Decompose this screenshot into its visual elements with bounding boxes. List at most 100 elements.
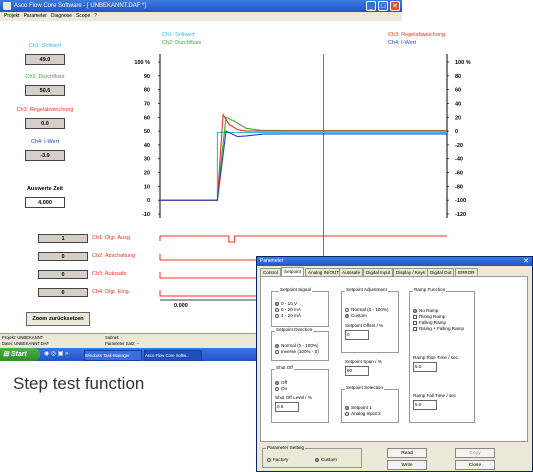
taskbar-item-taskmanager[interactable]: Windows Task-Manager bbox=[84, 350, 142, 361]
label-analog-input2: Analog Input 2 bbox=[351, 411, 381, 416]
y-tick-left: 80 bbox=[144, 88, 150, 94]
offset-input[interactable]: 0 bbox=[345, 330, 369, 340]
radio-4-20ma[interactable] bbox=[275, 314, 279, 318]
read-button[interactable]: Read bbox=[387, 448, 427, 458]
y-tick-right: 40 bbox=[455, 101, 461, 107]
copy-button[interactable]: Copy bbox=[455, 448, 495, 458]
y-tick-left: 0 bbox=[147, 198, 150, 204]
setpoint-adjustment-group bbox=[341, 291, 399, 353]
radio-0-20ma[interactable] bbox=[275, 308, 279, 312]
tab-page: Setpoint Signal 0 - 10 V 0 - 20 mA 4 - 2… bbox=[260, 276, 528, 442]
ramp-rise-input[interactable]: 5.0 bbox=[413, 362, 437, 372]
tab-error[interactable]: ERROR bbox=[455, 268, 478, 276]
series-line-3 bbox=[160, 112, 447, 201]
radio-analog-input2[interactable] bbox=[345, 412, 349, 416]
label-no-ramp: No Ramp bbox=[419, 308, 439, 313]
zoom-reset-button[interactable]: Zoom zurücksetzen bbox=[26, 312, 90, 326]
label-0-20ma: 0 - 20 mA bbox=[281, 307, 301, 312]
tab-control[interactable]: Control bbox=[260, 268, 281, 276]
status-datei: Datei: UNBEKANNT.DAF bbox=[2, 341, 50, 346]
setpoint-signal-title: Setpoint Signal bbox=[279, 287, 312, 292]
parameter-dialog: Parameter ✕ Control Setpoint Analog IN/O… bbox=[256, 256, 533, 472]
ramp-fall-input[interactable]: 5.0 bbox=[413, 400, 437, 410]
digi2-value: 0 bbox=[38, 252, 88, 261]
label-custom-setting: Custom bbox=[321, 457, 337, 462]
y-tick-right: 80 bbox=[455, 74, 461, 80]
status-subnet: Subnet: - bbox=[105, 335, 122, 340]
close-dialog-button[interactable]: Close bbox=[455, 460, 495, 470]
tab-digital-input[interactable]: Digital Input bbox=[363, 268, 394, 276]
check-rising-ramp[interactable] bbox=[413, 315, 417, 319]
label-shutoff-off: Off bbox=[281, 380, 288, 385]
windows-flag-icon: ⊞ bbox=[3, 351, 9, 358]
y-tick-right: 20 bbox=[455, 115, 461, 121]
status-parameter-satz: Parameter Satz: -- bbox=[105, 341, 140, 346]
y-tick-left: 70 bbox=[144, 101, 150, 107]
tab-setpoint[interactable]: Setpoint bbox=[281, 267, 304, 276]
check-falling-ramp[interactable] bbox=[413, 321, 417, 325]
label-inverse-direction: Inverse (100% - 0) bbox=[281, 349, 319, 354]
x-end-label: 0.000 bbox=[174, 303, 188, 309]
y-tick-right: -20 bbox=[455, 143, 463, 149]
series-line-1 bbox=[160, 131, 447, 201]
digi4-value: 0 bbox=[38, 288, 88, 297]
ramp-fall-label: Ramp Fall Time / sec bbox=[413, 393, 457, 398]
label-adjust-custom: Custom bbox=[351, 313, 367, 318]
span-input[interactable]: 90 bbox=[345, 366, 369, 376]
radio-normal-direction[interactable] bbox=[275, 344, 279, 348]
label-setpoint1: Setpoint 1 bbox=[351, 405, 372, 410]
label-0-10v: 0 - 10 V bbox=[281, 301, 298, 306]
radio-0-10v[interactable] bbox=[275, 302, 279, 306]
radio-inverse-direction[interactable] bbox=[275, 350, 279, 354]
radio-adjust-custom[interactable] bbox=[345, 314, 349, 318]
series-line-2 bbox=[160, 116, 447, 201]
y-tick-left: 20 bbox=[144, 171, 150, 177]
tab-analog-in-out[interactable]: Analog IN/OUT bbox=[305, 268, 343, 276]
label-adjust-normal: Normal (0 - 100%) bbox=[351, 307, 389, 312]
start-button[interactable]: ⊞ Start bbox=[0, 348, 40, 361]
radio-shutoff-off[interactable] bbox=[275, 381, 279, 385]
radio-factory[interactable] bbox=[267, 458, 271, 462]
dialog-title-bar: Parameter ✕ bbox=[257, 257, 532, 266]
radio-adjust-normal[interactable] bbox=[345, 308, 349, 312]
tab-digital-out[interactable]: Digital Out bbox=[427, 268, 455, 276]
digi3-label: Ch3: Autosafe bbox=[92, 271, 127, 277]
y-tick-left: 30 bbox=[144, 157, 150, 163]
ramp-rise-label: Ramp Rise Time / sec bbox=[413, 355, 458, 360]
parameter-setting-title: Parameter Setting bbox=[266, 445, 306, 450]
shut-off-title: Shut Off bbox=[275, 365, 294, 370]
dialog-close-icon[interactable]: ✕ bbox=[523, 257, 529, 266]
radio-shutoff-on[interactable] bbox=[275, 387, 279, 391]
dialog-title: Parameter bbox=[260, 258, 284, 264]
ramp-function-title: Ramp Function bbox=[413, 287, 447, 292]
label-rising-ramp: Rising Ramp bbox=[419, 314, 446, 319]
y-tick-left: 100 % bbox=[134, 60, 150, 66]
caption-text: Step test function bbox=[13, 374, 145, 393]
radio-setpoint1[interactable] bbox=[345, 406, 349, 410]
setpoint-adjustment-title: Setpoint Adjustment bbox=[345, 287, 388, 292]
label-falling-ramp: Falling Ramp bbox=[419, 320, 447, 325]
start-label: Start bbox=[10, 351, 27, 358]
y-tick-right: -100 bbox=[455, 198, 466, 204]
digi3-value: 0 bbox=[38, 270, 88, 279]
radio-no-ramp[interactable] bbox=[413, 309, 417, 313]
y-tick-right: -40 bbox=[455, 157, 463, 163]
check-rising-falling-ramp[interactable] bbox=[413, 327, 417, 331]
tab-display-keys[interactable]: Display / Keys bbox=[393, 268, 429, 276]
y-tick-left: 40 bbox=[144, 143, 150, 149]
series-line-4 bbox=[160, 130, 447, 201]
setpoint-selection-title: Setpoint Selection bbox=[345, 385, 385, 390]
label-factory: Factory bbox=[273, 457, 289, 462]
label-shutoff-on: On bbox=[281, 386, 288, 391]
taskbar-item-asco[interactable]: Asco Flow Core Softw... bbox=[144, 350, 202, 361]
setpoint-direction-title: Setpoint Direction bbox=[275, 327, 314, 332]
tab-autosafe[interactable]: Autosafe bbox=[339, 268, 364, 276]
label-rising-falling-ramp: Rising + Falling Ramp bbox=[419, 326, 465, 331]
y-tick-left: -10 bbox=[142, 212, 150, 218]
digi1-label: Ch1: Digi. Ausg. bbox=[92, 235, 132, 241]
radio-custom-setting[interactable] bbox=[315, 458, 319, 462]
label-normal-direction: Normal (0 - 100%) bbox=[281, 343, 319, 348]
write-button[interactable]: Write bbox=[387, 460, 427, 470]
shutoff-level-input[interactable]: 0.5 bbox=[275, 402, 299, 412]
y-tick-left: 60 bbox=[144, 115, 150, 121]
